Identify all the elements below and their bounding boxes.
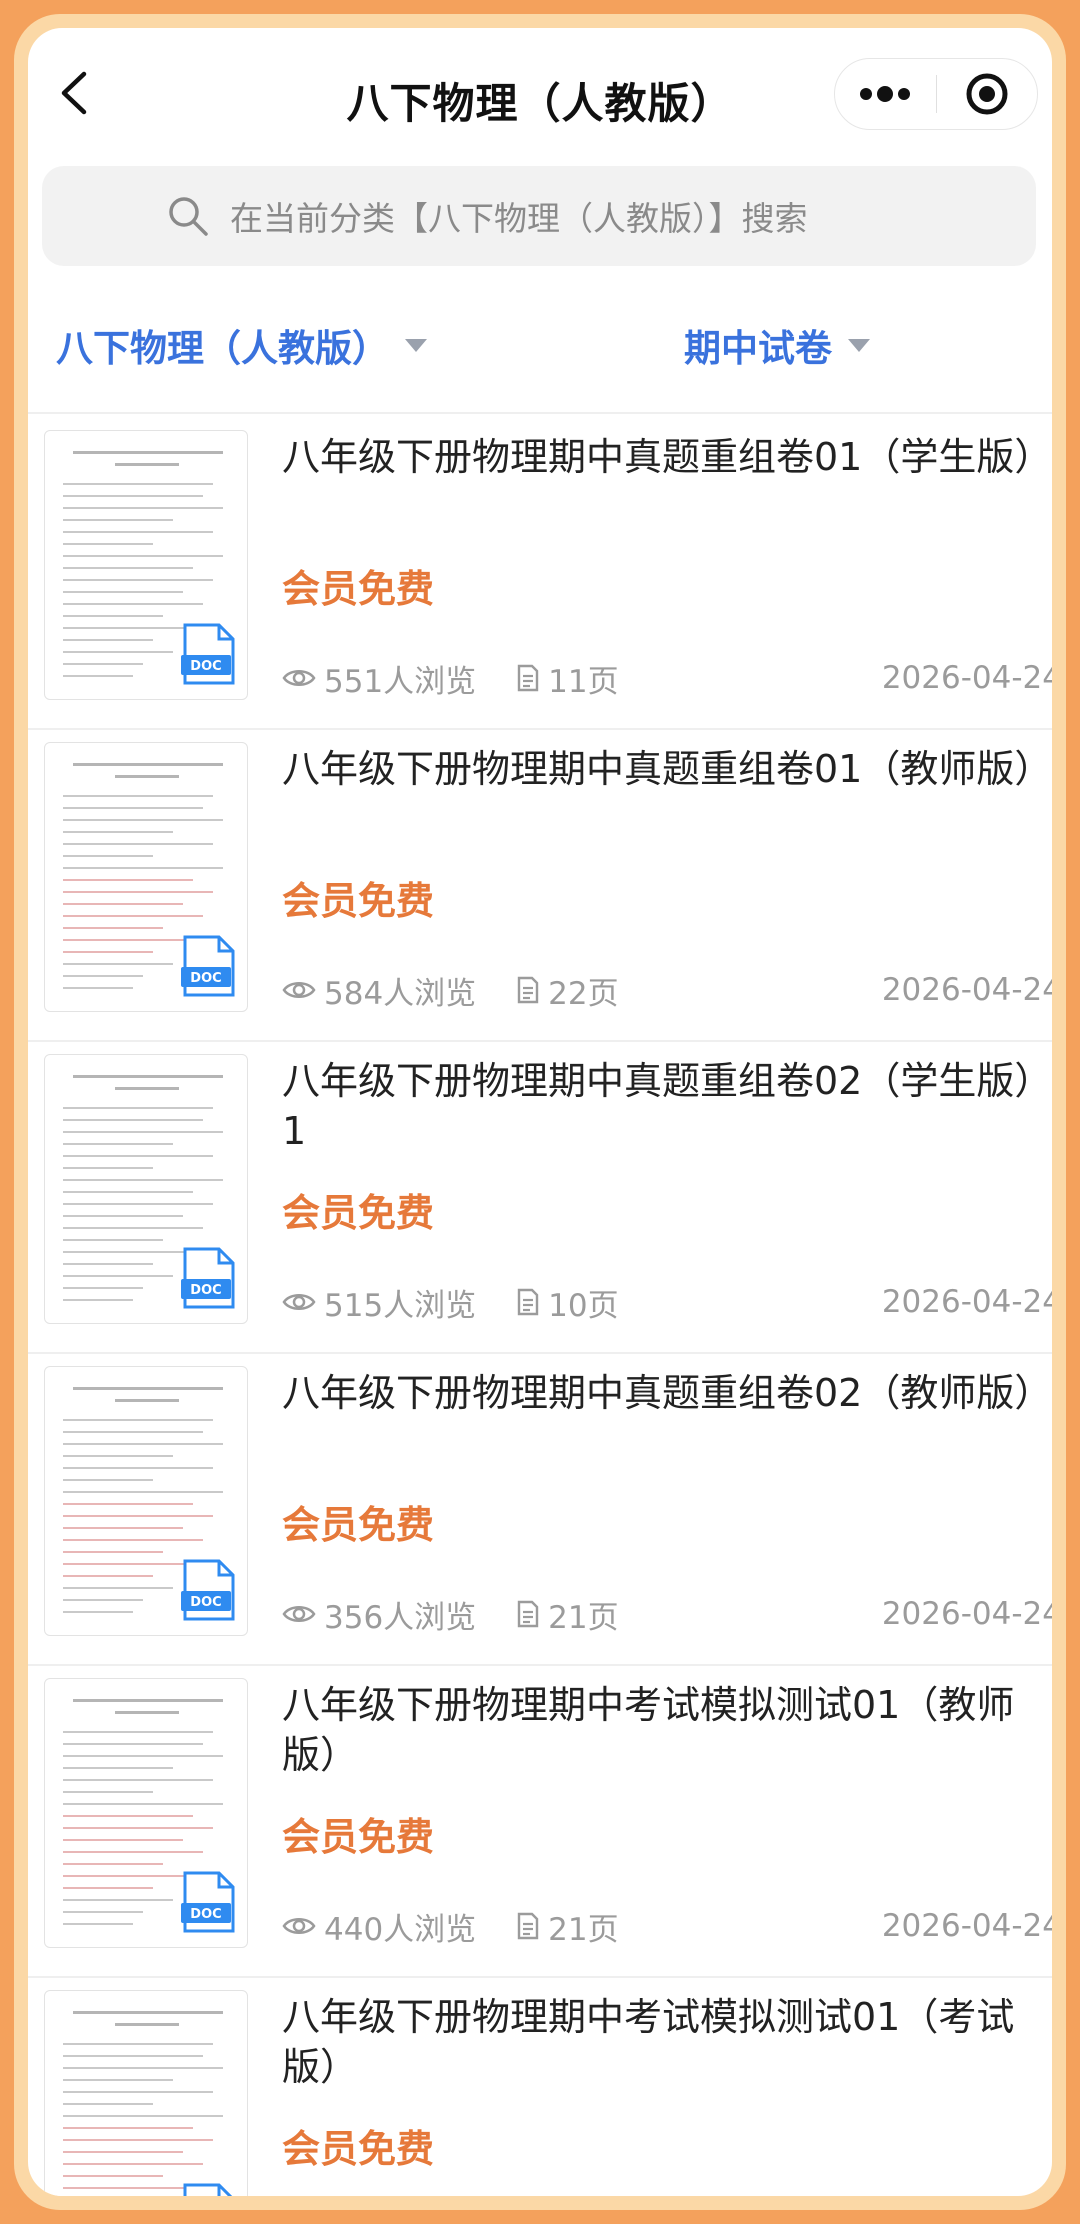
item-meta: 515人浏览 10页 2026-04-24: [282, 1280, 1052, 1324]
item-meta: 356人浏览 21页 2026-04-24: [282, 1592, 1052, 1636]
doc-badge-text: DOC: [190, 971, 221, 986]
page-count-text: 21页: [548, 1599, 619, 1636]
price-tag: 会员免费: [282, 1503, 435, 1547]
doc-file-icon: DOC: [181, 1247, 235, 1309]
search-icon: [169, 197, 208, 236]
page-count: 10页: [516, 1280, 619, 1325]
list-item[interactable]: DOC 八年级下册物理期中真题重组卷01（学生版） 会员免费 551人浏览 11…: [28, 418, 1052, 730]
category-filter-dropdown[interactable]: 八下物理（人教版）: [56, 318, 427, 372]
view-count-text: 356人浏览: [324, 1599, 477, 1636]
item-meta: 551人浏览 11页 2026-04-24: [282, 656, 1052, 700]
type-filter-label: 期中试卷: [684, 327, 832, 370]
more-button[interactable]: [835, 59, 936, 129]
document-thumbnail: DOC: [44, 430, 248, 700]
publish-date: 2026-04-24: [881, 972, 1052, 1008]
price-tag: 会员免费: [282, 2127, 435, 2171]
document-thumbnail: DOC: [44, 1054, 248, 1324]
eye-icon: [282, 670, 316, 686]
document-icon: [517, 1600, 539, 1628]
mini-program-capsule: [834, 58, 1038, 130]
doc-badge-text: DOC: [190, 659, 221, 674]
list-item[interactable]: DOC 八年级下册物理期中真题重组卷02（学生版）1 会员免费 515人浏览 1…: [28, 1042, 1052, 1354]
view-count-text: 551人浏览: [324, 663, 477, 700]
document-list: DOC 八年级下册物理期中真题重组卷01（学生版） 会员免费 551人浏览 11…: [28, 418, 1052, 2196]
dropdown-triangle-icon: [848, 338, 870, 352]
page-frame: 八下物理（人教版） 在当前分类【八下物理（人教版）】搜索 八下物理（人教版） 期…: [14, 14, 1066, 2210]
publish-date: 2026-04-24: [881, 660, 1052, 696]
price-tag: 会员免费: [282, 1815, 435, 1859]
document-thumbnail: DOC: [44, 742, 248, 1012]
item-title[interactable]: 八年级下册物理期中真题重组卷02（教师版）: [282, 1368, 1052, 1418]
list-item[interactable]: DOC 八年级下册物理期中真题重组卷01（教师版） 会员免费 584人浏览 22…: [28, 730, 1052, 1042]
publish-date: 2026-04-24: [881, 1284, 1052, 1320]
search-placeholder: 在当前分类【八下物理（人教版）】搜索: [230, 199, 808, 238]
list-item[interactable]: DOC 八年级下册物理期中考试模拟测试01（教师版） 会员免费 440人浏览 2…: [28, 1666, 1052, 1978]
item-title[interactable]: 八年级下册物理期中真题重组卷01（学生版）: [282, 432, 1052, 482]
list-item[interactable]: DOC 八年级下册物理期中考试模拟测试01（考试版） 会员免费: [28, 1978, 1052, 2196]
page-count: 21页: [516, 1904, 619, 1949]
search-input[interactable]: 在当前分类【八下物理（人教版）】搜索: [42, 166, 1036, 266]
page-count-text: 11页: [548, 663, 619, 700]
item-meta: 584人浏览 22页 2026-04-24: [282, 968, 1052, 1012]
doc-file-icon: DOC: [181, 1559, 235, 1621]
eye-icon: [282, 1606, 316, 1622]
view-count-text: 515人浏览: [324, 1287, 477, 1324]
view-count: 551人浏览: [282, 656, 476, 701]
doc-badge-text: DOC: [190, 1595, 221, 1610]
view-count-text: 584人浏览: [324, 975, 477, 1012]
type-filter-dropdown[interactable]: 期中试卷: [684, 318, 870, 372]
item-title[interactable]: 八年级下册物理期中考试模拟测试01（教师版）: [282, 1680, 1052, 1780]
doc-file-icon: DOC: [181, 623, 235, 685]
target-circle-icon: [966, 73, 1008, 115]
doc-file-icon: DOC: [181, 1871, 235, 1933]
list-item[interactable]: DOC 八年级下册物理期中真题重组卷02（教师版） 会员免费 356人浏览 21…: [28, 1354, 1052, 1666]
document-icon: [517, 664, 539, 692]
item-title[interactable]: 八年级下册物理期中真题重组卷01（教师版）: [282, 744, 1052, 794]
document-icon: [517, 1912, 539, 1940]
dropdown-triangle-icon: [405, 338, 427, 352]
eye-icon: [282, 982, 316, 998]
page-count-text: 22页: [548, 975, 619, 1012]
category-filter-label: 八下物理（人教版）: [56, 327, 389, 370]
view-count: 584人浏览: [282, 968, 476, 1013]
page-count: 11页: [516, 656, 619, 701]
document-icon: [517, 1288, 539, 1316]
item-meta: 440人浏览 21页 2026-04-24: [282, 1904, 1052, 1948]
page-count: 22页: [516, 968, 619, 1013]
publish-date: 2026-04-24: [881, 1908, 1052, 1944]
doc-file-icon: DOC: [183, 2183, 233, 2196]
view-count: 440人浏览: [282, 1904, 476, 1949]
app-window: 八下物理（人教版） 在当前分类【八下物理（人教版）】搜索 八下物理（人教版） 期…: [28, 28, 1052, 2196]
view-count: 515人浏览: [282, 1280, 476, 1325]
doc-file-icon: DOC: [181, 935, 235, 997]
top-nav-bar: 八下物理（人教版）: [28, 28, 1052, 148]
price-tag: 会员免费: [282, 1191, 435, 1235]
doc-badge-text: DOC: [190, 1283, 221, 1298]
publish-date: 2026-04-24: [881, 1596, 1052, 1632]
price-tag: 会员免费: [282, 567, 435, 611]
page-count-text: 21页: [548, 1911, 619, 1948]
document-thumbnail: DOC: [44, 1366, 248, 1636]
document-thumbnail: DOC: [44, 1678, 248, 1948]
filter-bar: 八下物理（人教版） 期中试卷: [28, 318, 1052, 408]
view-count: 356人浏览: [282, 1592, 476, 1637]
divider: [28, 412, 1052, 414]
document-thumbnail: DOC: [44, 1990, 248, 2196]
doc-badge-text: DOC: [190, 1907, 221, 1922]
page-count: 21页: [516, 1592, 619, 1637]
more-dots-icon: [860, 86, 911, 102]
item-title[interactable]: 八年级下册物理期中考试模拟测试01（考试版）: [282, 1992, 1052, 2092]
close-mini-program-button[interactable]: [937, 59, 1038, 129]
eye-icon: [282, 1294, 316, 1310]
eye-icon: [282, 1918, 316, 1934]
item-title[interactable]: 八年级下册物理期中真题重组卷02（学生版）1: [282, 1056, 1052, 1156]
price-tag: 会员免费: [282, 879, 435, 923]
view-count-text: 440人浏览: [324, 1911, 477, 1948]
page-count-text: 10页: [548, 1287, 619, 1324]
document-icon: [517, 976, 539, 1004]
